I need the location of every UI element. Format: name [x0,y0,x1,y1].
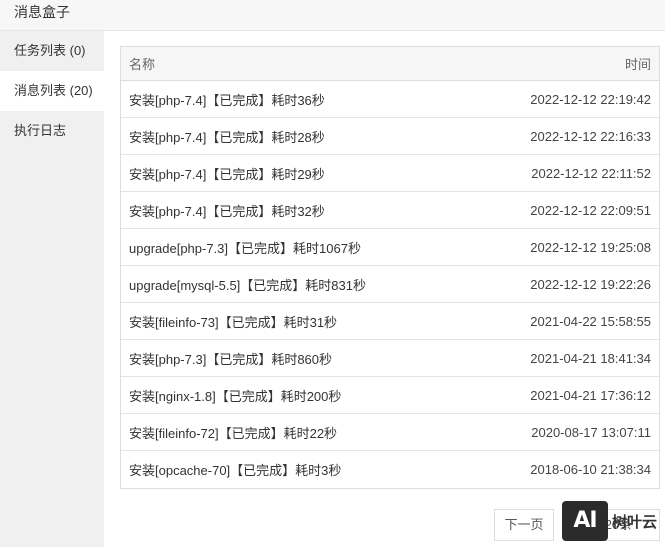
table-row: 安装[php-7.4]【已完成】耗时29秒 2022-12-12 22:11:52 [121,155,659,192]
table-row: 安装[php-7.4]【已完成】耗时36秒 2022-12-12 22:19:42 [121,81,659,118]
table-row: upgrade[mysql-5.5]【已完成】耗时831秒 2022-12-12 … [121,266,659,303]
table-body: 安装[php-7.4]【已完成】耗时36秒 2022-12-12 22:19:42… [121,81,659,488]
message-name: 安装[php-7.4]【已完成】耗时36秒 [129,92,325,108]
message-time: 2022-12-12 22:16:33 [530,128,651,144]
table-row: upgrade[php-7.3]【已完成】耗时1067秒 2022-12-12 1… [121,229,659,266]
main-content: 名称 时间 安装[php-7.4]【已完成】耗时36秒 2022-12-12 22… [104,31,665,547]
message-name: 安装[php-7.4]【已完成】耗时32秒 [129,203,325,219]
window-title: 消息盒子 [0,0,665,31]
message-time: 2021-04-22 15:58:55 [530,313,651,329]
table-row: 安装[php-7.3]【已完成】耗时860秒 2021-04-21 18:41:3… [121,340,659,377]
table-row: 安装[nginx-1.8]【已完成】耗时200秒 2021-04-21 17:36… [121,377,659,414]
message-name: upgrade[mysql-5.5]【已完成】耗时831秒 [129,277,366,293]
message-time: 2021-04-21 17:36:12 [530,387,651,403]
sidebar-item-message-list[interactable]: 消息列表 (20) [0,71,104,111]
message-time: 2018-06-10 21:38:34 [530,462,651,477]
message-name: 安装[php-7.3]【已完成】耗时860秒 [129,351,333,367]
sidebar: 任务列表 (0) 消息列表 (20) 执行日志 [0,31,104,547]
message-name: 安装[nginx-1.8]【已完成】耗时200秒 [129,388,342,404]
message-time: 2022-12-12 19:22:26 [530,276,651,292]
message-name: 安装[fileinfo-73]【已完成】耗时31秒 [129,314,338,330]
brand-text: 树叶云 [612,512,658,531]
table-header: 名称 时间 [121,47,659,81]
message-time: 2022-12-12 22:11:52 [531,165,651,181]
message-time: 2022-12-12 22:19:42 [530,91,651,107]
message-time: 2020-08-17 13:07:11 [531,424,651,440]
table-row: 安装[fileinfo-72]【已完成】耗时22秒 2020-08-17 13:0… [121,414,659,451]
message-table: 名称 时间 安装[php-7.4]【已完成】耗时36秒 2022-12-12 22… [120,46,660,489]
sidebar-item-task-list[interactable]: 任务列表 (0) [0,31,104,71]
table-row: 安装[fileinfo-73]【已完成】耗时31秒 2021-04-22 15:5… [121,303,659,340]
next-page-button[interactable]: 下一页 [494,509,554,541]
column-header-time: 时间 [624,57,651,72]
table-row: 安装[php-7.4]【已完成】耗时32秒 2022-12-12 22:09:51 [121,192,659,229]
column-header-name: 名称 [129,57,156,72]
message-box-window: 消息盒子 任务列表 (0) 消息列表 (20) 执行日志 名称 时间 安装[ph… [0,0,665,547]
sidebar-item-execution-log[interactable]: 执行日志 [0,111,104,151]
message-time: 2021-04-21 18:41:34 [530,350,651,366]
watermark: AI 树叶云 [562,499,665,543]
table-row: 安装[php-7.4]【已完成】耗时28秒 2022-12-12 22:16:33 [121,118,659,155]
message-name: upgrade[php-7.3]【已完成】耗时1067秒 [129,240,361,256]
table-row: 安装[opcache-70]【已完成】耗时3秒 2018-06-10 21:38:… [121,451,659,488]
message-name: 安装[fileinfo-72]【已完成】耗时22秒 [129,425,338,441]
message-name: 安装[php-7.4]【已完成】耗时28秒 [129,129,325,145]
message-name: 安装[php-7.4]【已完成】耗时29秒 [129,166,325,182]
brand-logo-icon: AI [562,501,608,541]
message-time: 2022-12-12 19:25:08 [530,239,651,255]
message-time: 2022-12-12 22:09:51 [530,202,651,218]
message-name: 安装[opcache-70]【已完成】耗时3秒 [129,463,342,478]
